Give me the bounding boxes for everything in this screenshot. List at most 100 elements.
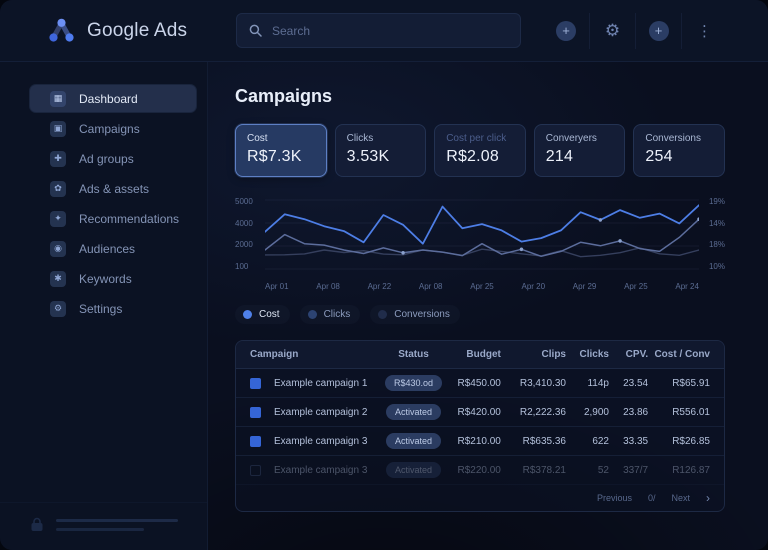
pagination-next-button[interactable]: Next bbox=[671, 493, 690, 503]
clips-cell: R2,222.36 bbox=[519, 406, 566, 418]
table-row[interactable]: Example campaign 3 Activated R$220.00 R$378… bbox=[236, 456, 724, 485]
chart-legend: Cost Clicks Conversions bbox=[235, 305, 725, 324]
stat-card-cost-per-click[interactable]: Cost per click R$2.08 bbox=[434, 124, 526, 177]
budget-cell: R$420.00 bbox=[457, 406, 501, 418]
stat-card-clicks[interactable]: Clicks 3.53K bbox=[334, 124, 427, 177]
legend-dot-icon bbox=[307, 310, 317, 319]
sidebar-item-ad-groups[interactable]: ✚ Ad groups bbox=[30, 145, 196, 172]
stat-card-converyers[interactable]: Converyers 214 bbox=[533, 124, 626, 177]
clips-cell: R$635.36 bbox=[522, 435, 566, 447]
row-checkbox[interactable] bbox=[250, 464, 261, 476]
search-input[interactable] bbox=[272, 23, 508, 38]
sidebar-item-label: Campaigns bbox=[79, 121, 140, 136]
stat-card-value: R$7.3K bbox=[247, 148, 302, 165]
stat-card-label: Clicks bbox=[346, 133, 374, 144]
table-row[interactable]: Example campaign 2 Activated R$420.00 R2,22… bbox=[236, 398, 724, 427]
clicks-cell: 622 bbox=[592, 435, 609, 447]
chart-point-marker bbox=[519, 247, 524, 252]
y-axis-tick: 4000 bbox=[235, 218, 253, 228]
clicks-cell: 52 bbox=[597, 464, 609, 476]
sidebar-item-dashboard[interactable]: ▦ Dashboard bbox=[30, 85, 196, 112]
search-bar[interactable] bbox=[236, 13, 521, 48]
chart-line-cost bbox=[265, 204, 699, 245]
sidebar-item-label: Settings bbox=[79, 301, 123, 316]
status-cell: Activated bbox=[384, 404, 444, 420]
pagination-previous-button[interactable]: Previous bbox=[597, 493, 632, 503]
sidebar-item-audiences[interactable]: ◉ Audiences bbox=[30, 235, 196, 262]
x-axis-tick: Apr 01 bbox=[265, 282, 289, 291]
status-cell: Activated bbox=[384, 433, 444, 449]
column-header-campaign[interactable]: Campaign bbox=[250, 349, 384, 360]
stat-cards: Cost R$7.3K Clicks 3.53K Cost per click R$2.0… bbox=[235, 124, 725, 177]
legend-dot-icon bbox=[378, 310, 388, 319]
legend-item-clicks[interactable]: Clicks bbox=[299, 305, 361, 324]
pagination-next-arrow-icon[interactable]: › bbox=[706, 491, 710, 505]
gear-button[interactable]: ⚙ bbox=[589, 12, 635, 49]
add-circle-2-button[interactable]: + bbox=[635, 12, 681, 49]
legend-item-conversions[interactable]: Conversions bbox=[370, 305, 460, 324]
clicks-cell: 2,900 bbox=[583, 406, 609, 418]
table-row[interactable]: Example campaign 1 R$430.od R$450.00 R3,410… bbox=[236, 369, 724, 398]
row-checkbox[interactable] bbox=[250, 377, 261, 389]
recommendations-icon: ✦ bbox=[50, 210, 66, 227]
sidebar: ▦ Dashboard ▣ Campaigns ✚ Ad groups ✿ Ads & ass… bbox=[0, 62, 208, 550]
column-header-clicks[interactable]: Clicks bbox=[566, 349, 609, 360]
chart-point-marker bbox=[618, 239, 622, 243]
clips-cell: R$378.21 bbox=[522, 464, 566, 476]
cpv-cell: 33.35 bbox=[623, 435, 649, 447]
cost-conv-cell: R$65.91 bbox=[672, 377, 710, 389]
budget-cell: R$210.00 bbox=[457, 435, 501, 447]
chart-plot-area[interactable] bbox=[265, 195, 699, 277]
legend-item-cost[interactable]: Cost bbox=[235, 305, 290, 324]
sidebar-item-campaigns[interactable]: ▣ Campaigns bbox=[30, 115, 196, 142]
sidebar-item-keywords[interactable]: ✱ Keywords bbox=[30, 265, 196, 292]
column-header-status[interactable]: Status bbox=[384, 349, 444, 360]
sidebar-item-label: Audiences bbox=[79, 241, 136, 256]
y-axis-tick: 19% bbox=[708, 197, 725, 206]
add-circle-icon: + bbox=[556, 20, 576, 41]
sidebar-item-recommendations[interactable]: ✦ Recommendations bbox=[30, 205, 196, 232]
settings-icon: ⚙ bbox=[50, 300, 66, 317]
y-axis-tick: 10% bbox=[708, 261, 725, 271]
stat-card-label: Cost per click bbox=[446, 133, 507, 144]
x-axis-tick: Apr 25 bbox=[470, 282, 494, 291]
column-header-cost-conv[interactable]: Cost / Conv bbox=[648, 349, 710, 360]
sidebar-item-settings[interactable]: ⚙ Settings bbox=[30, 295, 196, 322]
sidebar-item-label: Recommendations bbox=[79, 211, 180, 226]
chart-line-conversions bbox=[265, 247, 699, 258]
row-checkbox[interactable] bbox=[250, 435, 261, 447]
chart-point-marker bbox=[401, 251, 405, 255]
gear-icon: ⚙ bbox=[604, 20, 621, 40]
chart-y-axis-left: 5000 4000 2000 100 bbox=[235, 195, 259, 277]
brand[interactable]: Google Ads bbox=[0, 18, 208, 43]
column-header-budget[interactable]: Budget bbox=[444, 349, 500, 360]
campaign-name: Example campaign 2 bbox=[274, 406, 368, 418]
y-axis-tick: 18% bbox=[708, 240, 725, 250]
stat-card-conversions[interactable]: Conversions 254 bbox=[633, 124, 725, 177]
cpv-cell: 23.86 bbox=[623, 406, 649, 418]
stat-card-cost[interactable]: Cost R$7.3K bbox=[235, 124, 327, 177]
y-axis-tick: 2000 bbox=[235, 240, 253, 250]
sidebar-item-ads-assets[interactable]: ✿ Ads & assets bbox=[30, 175, 196, 202]
column-header-cpv-[interactable]: CPV. bbox=[609, 349, 648, 360]
page-title: Campaigns bbox=[235, 86, 333, 106]
row-checkbox[interactable] bbox=[250, 406, 261, 418]
add-circle-button[interactable]: + bbox=[543, 13, 589, 49]
column-header-clips[interactable]: Clips bbox=[501, 349, 566, 360]
add-circle-icon-2: + bbox=[648, 20, 669, 41]
stat-card-value: R$2.08 bbox=[446, 148, 499, 165]
campaign-cell: Example campaign 3 bbox=[250, 464, 384, 476]
kebab-menu-button[interactable]: ⋮ bbox=[681, 12, 727, 49]
status-cell: R$430.od bbox=[384, 375, 444, 391]
status-badge: Activated bbox=[386, 433, 442, 449]
status-badge: Activated bbox=[386, 462, 442, 478]
campaigns-icon: ▣ bbox=[50, 120, 66, 137]
table-row[interactable]: Example campaign 3 Activated R$210.00 R$635… bbox=[236, 427, 724, 456]
chart-y-axis-right: 19% 14% 18% 10% bbox=[705, 195, 725, 277]
campaign-name: Example campaign 3 bbox=[274, 435, 368, 447]
pagination-page-indicator: 0/ bbox=[647, 493, 656, 503]
main-content: Campaigns Cost R$7.3K Clicks 3.53K Cost per … bbox=[208, 62, 768, 550]
ad-groups-icon: ✚ bbox=[50, 150, 66, 167]
search-icon bbox=[249, 24, 262, 37]
legend-dot-icon bbox=[243, 310, 252, 319]
